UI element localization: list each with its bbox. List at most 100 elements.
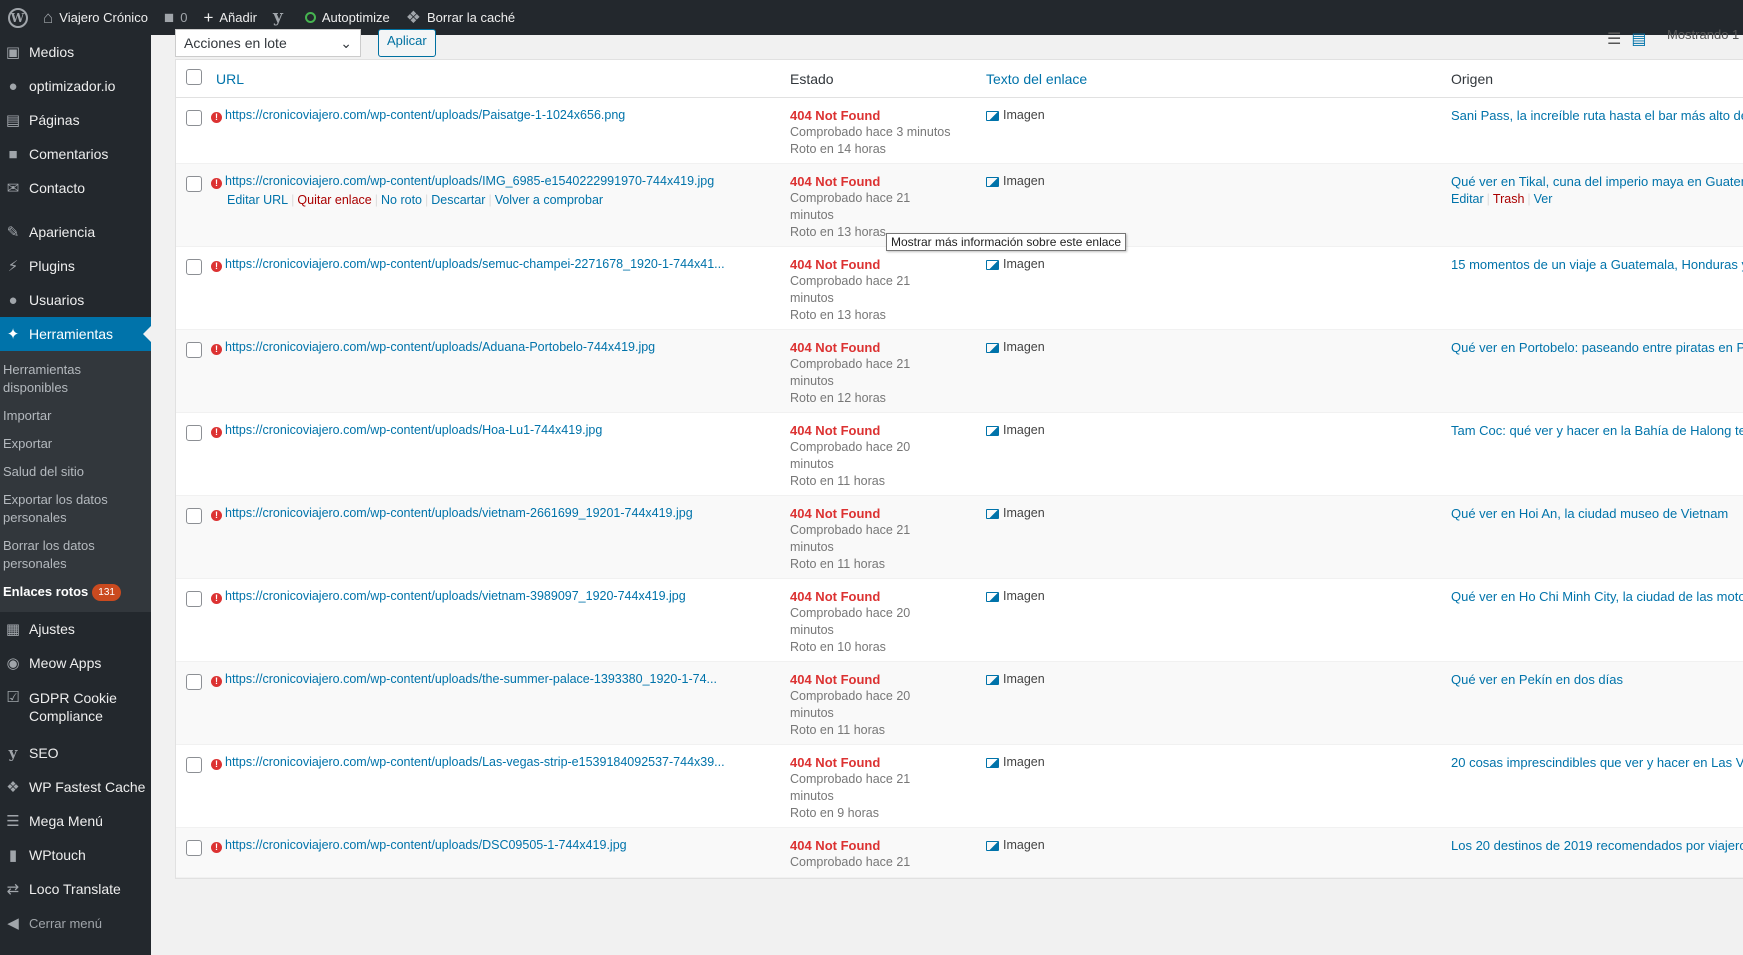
submenu-exportar-datos[interactable]: Exportar los datos personales [0, 486, 151, 532]
row-checkbox-cell [176, 505, 202, 527]
status-cell[interactable]: 404 Not Found Comprobado hace 21 minutos Ro… [790, 339, 986, 407]
status-code: 404 Not Found [790, 108, 881, 123]
sidebar-item-seo[interactable]: y SEO [0, 736, 151, 770]
status-cell[interactable]: 404 Not Found Comprobado hace 20 minutos Ro… [790, 588, 986, 656]
sidebar-item-paginas[interactable]: ▤ Páginas [0, 103, 151, 137]
origin-post-link[interactable]: Qué ver en Portobelo: paseando entre pir… [1451, 340, 1743, 355]
sidebar-item-meow-apps[interactable]: ◉ Meow Apps [0, 646, 151, 680]
link-text-cell: Imagen [986, 671, 1451, 688]
column-url[interactable]: URL [200, 71, 790, 87]
view-switcher: ☰ ▤ [1607, 29, 1646, 49]
checked-time: Comprobado hace 21 [790, 274, 911, 288]
status-code: 404 Not Found [790, 423, 881, 438]
status-cell[interactable]: 404 Not Found Comprobado hace 3 minutos Ro… [790, 107, 986, 158]
submenu-exportar[interactable]: Exportar [0, 430, 151, 458]
origin-cell: Qué ver en Tikal, cuna del imperio maya … [1451, 173, 1743, 206]
link-text-cell: Imagen [986, 422, 1451, 439]
error-icon: ! [211, 178, 222, 189]
collapse-menu-button[interactable]: ◀ Cerrar menú [0, 906, 151, 940]
url-cell: ! https://cronicoviajero.com/wp-content/u… [200, 588, 790, 605]
submenu-salud-del-sitio[interactable]: Salud del sitio [0, 458, 151, 486]
recheck-action[interactable]: Volver a comprobar [495, 193, 603, 207]
image-icon [986, 342, 999, 353]
unlink-action[interactable]: Quitar enlace [297, 193, 371, 207]
submenu-importar[interactable]: Importar [0, 402, 151, 430]
table-row: ! https://cronicoviajero.com/wp-content/u… [176, 330, 1743, 413]
origin-cell: Qué ver en Portobelo: paseando entre pir… [1451, 339, 1743, 356]
broken-url-link[interactable]: https://cronicoviajero.com/wp-content/up… [225, 672, 717, 686]
edit-post-action[interactable]: Editar [1451, 192, 1484, 206]
sidebar-item-mega-menu[interactable]: ☰ Mega Menú [0, 804, 151, 838]
sidebar-item-ajustes[interactable]: ▦ Ajustes [0, 612, 151, 646]
origin-post-link[interactable]: Sani Pass, la increíble ruta hasta el ba… [1451, 108, 1743, 123]
wordpress-logo-icon[interactable]: W [0, 0, 35, 35]
separator: | [425, 193, 429, 207]
error-icon: ! [211, 510, 222, 521]
sidebar-item-gdpr[interactable]: ☑ GDPR Cookie Compliance [0, 680, 151, 732]
status-cell[interactable]: 404 Not Found Comprobado hace 20 minutos Ro… [790, 422, 986, 490]
broken-url-link[interactable]: https://cronicoviajero.com/wp-content/up… [225, 423, 602, 437]
bulk-actions-select[interactable]: Acciones en lote ⌄ [175, 29, 361, 57]
submenu-borrar-datos[interactable]: Borrar los datos personales [0, 532, 151, 578]
column-link-text[interactable]: Texto del enlace [986, 71, 1451, 87]
view-post-action[interactable]: Ver [1534, 192, 1553, 206]
status-code: 404 Not Found [790, 589, 881, 604]
error-icon: ! [211, 593, 222, 604]
submenu-herramientas-disponibles[interactable]: Herramientas disponibles [0, 356, 151, 402]
error-icon: ! [211, 676, 222, 687]
meow-icon: ◉ [6, 655, 20, 672]
submenu-enlaces-rotos[interactable]: Enlaces rotos 131 [0, 578, 151, 606]
trash-post-action[interactable]: Trash [1493, 192, 1525, 206]
sidebar-item-plugins[interactable]: ⚡ Plugins [0, 249, 151, 283]
status-cell[interactable]: 404 Not Found Comprobado hace 21 [790, 837, 986, 871]
sidebar-item-herramientas[interactable]: ✦ Herramientas [0, 317, 151, 351]
sidebar-item-loco-translate[interactable]: ⇄ Loco Translate [0, 872, 151, 906]
pages-icon: ▤ [5, 112, 21, 129]
origin-post-link[interactable]: Qué ver en Ho Chi Minh City, la ciudad d… [1451, 589, 1743, 604]
excerpt-view-icon[interactable]: ▤ [1631, 29, 1646, 49]
origin-post-link[interactable]: Qué ver en Tikal, cuna del imperio maya … [1451, 174, 1743, 189]
broken-url-link[interactable]: https://cronicoviajero.com/wp-content/up… [225, 506, 693, 520]
row-actions: Editar URL | Quitar enlace | No roto | Descart… [211, 192, 790, 209]
sidebar-item-optimizador[interactable]: ● optimizador.io [0, 69, 151, 103]
not-broken-action[interactable]: No roto [381, 193, 422, 207]
sidebar-item-medios[interactable]: ▣ Medios [0, 35, 151, 69]
broken-url-link[interactable]: https://cronicoviajero.com/wp-content/up… [225, 257, 725, 271]
site-name-link[interactable]: ⌂ Viajero Crónico [35, 0, 156, 35]
separator: | [291, 193, 295, 207]
sidebar-item-apariencia[interactable]: ✎ Apariencia [0, 215, 151, 249]
broken-url-link[interactable]: https://cronicoviajero.com/wp-content/up… [225, 838, 627, 852]
sidebar-item-usuarios[interactable]: ● Usuarios [0, 283, 151, 317]
status-cell[interactable]: 404 Not Found Comprobado hace 21 minutos Ro… [790, 505, 986, 573]
origin-post-link[interactable]: Qué ver en Hoi An, la ciudad museo de Vi… [1451, 506, 1728, 521]
sidebar-item-wp-fastest-cache[interactable]: ❖ WP Fastest Cache [0, 770, 151, 804]
sidebar-item-wptouch[interactable]: ▮ WPtouch [0, 838, 151, 872]
status-cell[interactable]: 404 Not Found Comprobado hace 21 minutos Ro… [790, 173, 986, 241]
wrench-icon: ✦ [6, 326, 20, 343]
broken-url-link[interactable]: https://cronicoviajero.com/wp-content/up… [225, 108, 625, 122]
settings-icon: ▦ [5, 621, 21, 638]
status-code: 404 Not Found [790, 755, 881, 770]
origin-post-link[interactable]: 15 momentos de un viaje a Guatemala, Hon… [1451, 257, 1743, 272]
apply-button[interactable]: Aplicar [378, 29, 436, 57]
status-cell[interactable]: 404 Not Found Comprobado hace 21 minutos Ro… [790, 754, 986, 822]
dismiss-action[interactable]: Descartar [431, 193, 485, 207]
origin-post-link[interactable]: Los 20 destinos de 2019 recomendados por… [1451, 838, 1743, 853]
edit-url-action[interactable]: Editar URL [227, 193, 288, 207]
broken-url-link[interactable]: https://cronicoviajero.com/wp-content/up… [225, 589, 686, 603]
broken-since: Roto en 11 horas [790, 723, 885, 737]
origin-post-link[interactable]: Tam Coc: qué ver y hacer en la Bahía de … [1451, 423, 1743, 438]
link-text-value: Imagen [1003, 174, 1045, 188]
origin-post-link[interactable]: 20 cosas imprescindibles que ver y hacer… [1451, 755, 1743, 770]
checked-time: Comprobado hace 20 [790, 689, 911, 703]
broken-url-link[interactable]: https://cronicoviajero.com/wp-content/up… [225, 755, 725, 769]
link-text-value: Imagen [1003, 423, 1045, 437]
origin-post-link[interactable]: Qué ver en Pekín en dos días [1451, 672, 1623, 687]
broken-url-link[interactable]: https://cronicoviajero.com/wp-content/up… [225, 174, 714, 188]
status-cell[interactable]: 404 Not Found Comprobado hace 20 minutos Ro… [790, 671, 986, 739]
status-cell[interactable]: 404 Not Found Comprobado hace 21 minutos Ro… [790, 256, 986, 324]
list-view-icon[interactable]: ☰ [1607, 29, 1621, 49]
broken-url-link[interactable]: https://cronicoviajero.com/wp-content/up… [225, 340, 655, 354]
sidebar-item-contacto[interactable]: ✉ Contacto [0, 171, 151, 205]
sidebar-item-comentarios[interactable]: ■ Comentarios [0, 137, 151, 171]
